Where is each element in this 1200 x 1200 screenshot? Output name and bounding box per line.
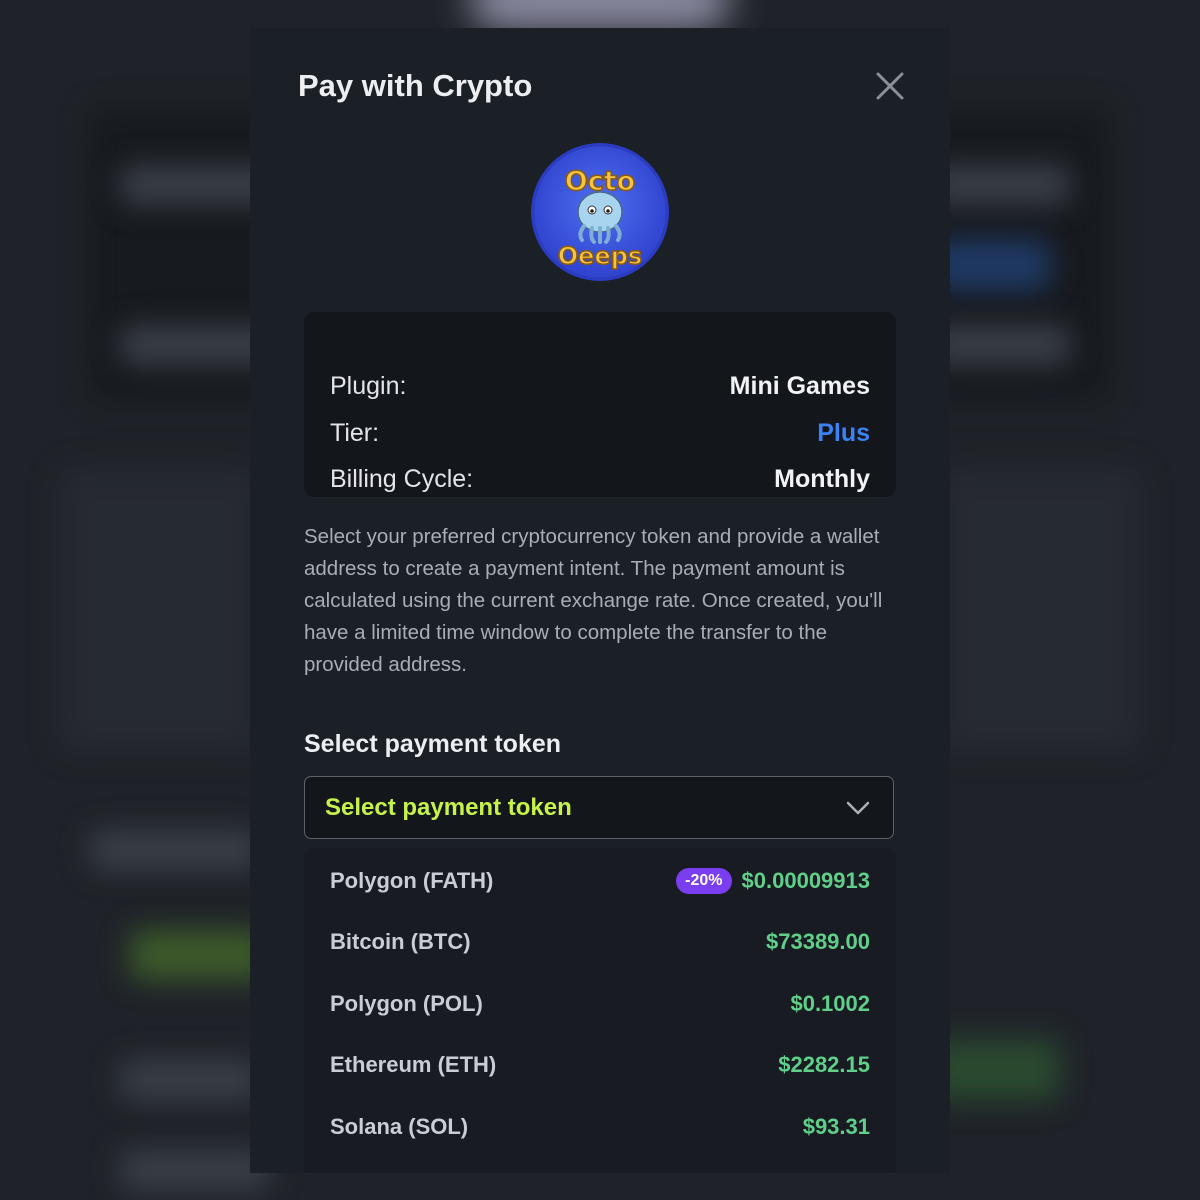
discount-badge: -20% (676, 868, 732, 894)
logo-text-bottom: Oeeps (558, 242, 642, 270)
token-select-placeholder: Select payment token (325, 793, 572, 821)
background-element (120, 1060, 260, 1100)
plan-summary-card: Plugin: Mini Games Tier: Plus Billing Cy… (304, 312, 896, 497)
billing-cycle-label: Billing Cycle: (330, 464, 474, 493)
chevron-down-icon (845, 800, 871, 816)
token-option-price: $93.31 (802, 1114, 870, 1139)
token-option-fath[interactable]: Polygon (FATH) -20% $0.00009913 (304, 851, 896, 911)
tier-row: Tier: Plus (330, 416, 870, 450)
close-button[interactable] (870, 66, 910, 106)
background-glow (470, 0, 730, 30)
plugin-row: Plugin: Mini Games (330, 369, 870, 403)
token-option-price: $0.00009913 (741, 868, 870, 893)
token-option-name: Solana (SOL) (330, 1114, 469, 1139)
tier-label: Tier: (330, 418, 380, 447)
tier-value: Plus (817, 418, 870, 447)
modal-title: Pay with Crypto (298, 68, 533, 103)
token-option-price: $0.1002 (790, 991, 870, 1016)
token-option-eth[interactable]: Ethereum (ETH) $2282.15 (304, 1035, 896, 1095)
token-option-price: $2282.15 (778, 1052, 870, 1077)
background-element (130, 930, 270, 980)
token-option-name: Ethereum (ETH) (330, 1052, 497, 1077)
plugin-label: Plugin: (330, 371, 407, 400)
token-option-sol[interactable]: Solana (SOL) $93.31 (304, 1097, 896, 1157)
token-option-pol[interactable]: Polygon (POL) $0.1002 (304, 974, 896, 1034)
billing-cycle-value: Monthly (774, 464, 870, 493)
token-option-price-group: -20% $0.00009913 (676, 868, 870, 894)
background-element (90, 830, 260, 870)
token-option-name: Polygon (POL) (330, 991, 483, 1016)
token-option-name: Polygon (FATH) (330, 868, 494, 893)
background-element (60, 470, 260, 750)
token-option-name: Bitcoin (BTC) (330, 929, 471, 954)
background-element (940, 470, 1140, 750)
background-element (930, 325, 1070, 365)
payment-token-select[interactable]: Select payment token (304, 776, 894, 839)
octopus-logo-icon: Octo Oeeps (557, 165, 643, 271)
token-option-price: $73389.00 (766, 929, 870, 954)
plugin-value: Mini Games (729, 371, 870, 400)
background-element (930, 165, 1070, 205)
background-element (120, 1150, 270, 1190)
payment-instructions: Select your preferred cryptocurrency tok… (304, 525, 883, 676)
billing-cycle-row: Billing Cycle: Monthly (330, 462, 870, 496)
close-icon (876, 72, 904, 100)
token-option-btc[interactable]: Bitcoin (BTC) $73389.00 (304, 912, 896, 972)
pay-with-crypto-modal: Pay with Crypto Octo Oeeps Plugin: Mini … (250, 28, 950, 1173)
token-select-label: Select payment token (304, 730, 562, 758)
token-dropdown-list: Polygon (FATH) -20% $0.00009913 Bitcoin … (304, 848, 896, 1173)
plugin-logo: Octo Oeeps (534, 146, 666, 278)
